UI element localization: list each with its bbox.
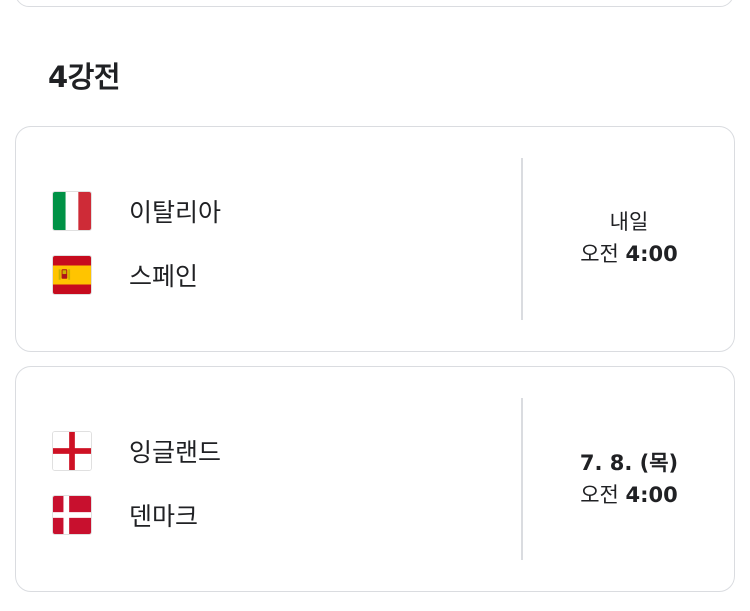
team-row: 잉글랜드 [52, 430, 221, 472]
italy-flag-icon [52, 191, 92, 231]
team-name: 잉글랜드 [129, 438, 222, 467]
match-card[interactable]: 이탈리아 스페인 내일 오전 4:00 [15, 126, 735, 352]
match-clock: 4:00 [625, 242, 678, 266]
match-ampm: 오전 [580, 242, 619, 266]
section-title: 4강전 [48, 60, 121, 94]
team-row: 스페인 [52, 254, 198, 296]
team-name: 이탈리아 [129, 198, 222, 227]
team-name: 스페인 [129, 262, 199, 291]
team-row: 덴마크 [52, 494, 198, 536]
team-row: 이탈리아 [52, 190, 221, 232]
denmark-flag-icon [52, 495, 92, 535]
match-time-line: 오전 4:00 [523, 238, 735, 270]
team-name: 덴마크 [129, 502, 199, 531]
spain-flag-icon [52, 255, 92, 295]
match-time: 7. 8. (목) 오전 4:00 [523, 447, 735, 511]
previous-match-card[interactable] [15, 0, 734, 7]
match-time: 내일 오전 4:00 [523, 206, 735, 270]
match-time-line: 오전 4:00 [523, 479, 735, 511]
match-clock: 4:00 [625, 483, 678, 507]
match-ampm: 오전 [580, 483, 619, 507]
match-date: 내일 [609, 210, 649, 234]
match-card[interactable]: 잉글랜드 덴마크 7. 8. (목) 오전 4:00 [15, 366, 735, 592]
match-date: 7. 8. (목) [579, 451, 679, 475]
england-flag-icon [52, 431, 92, 471]
knockout-schedule: 4강전 이탈리아 스페인 내일 오전 4:00 잉글랜드 덴마크 7. 8. (… [0, 0, 750, 611]
